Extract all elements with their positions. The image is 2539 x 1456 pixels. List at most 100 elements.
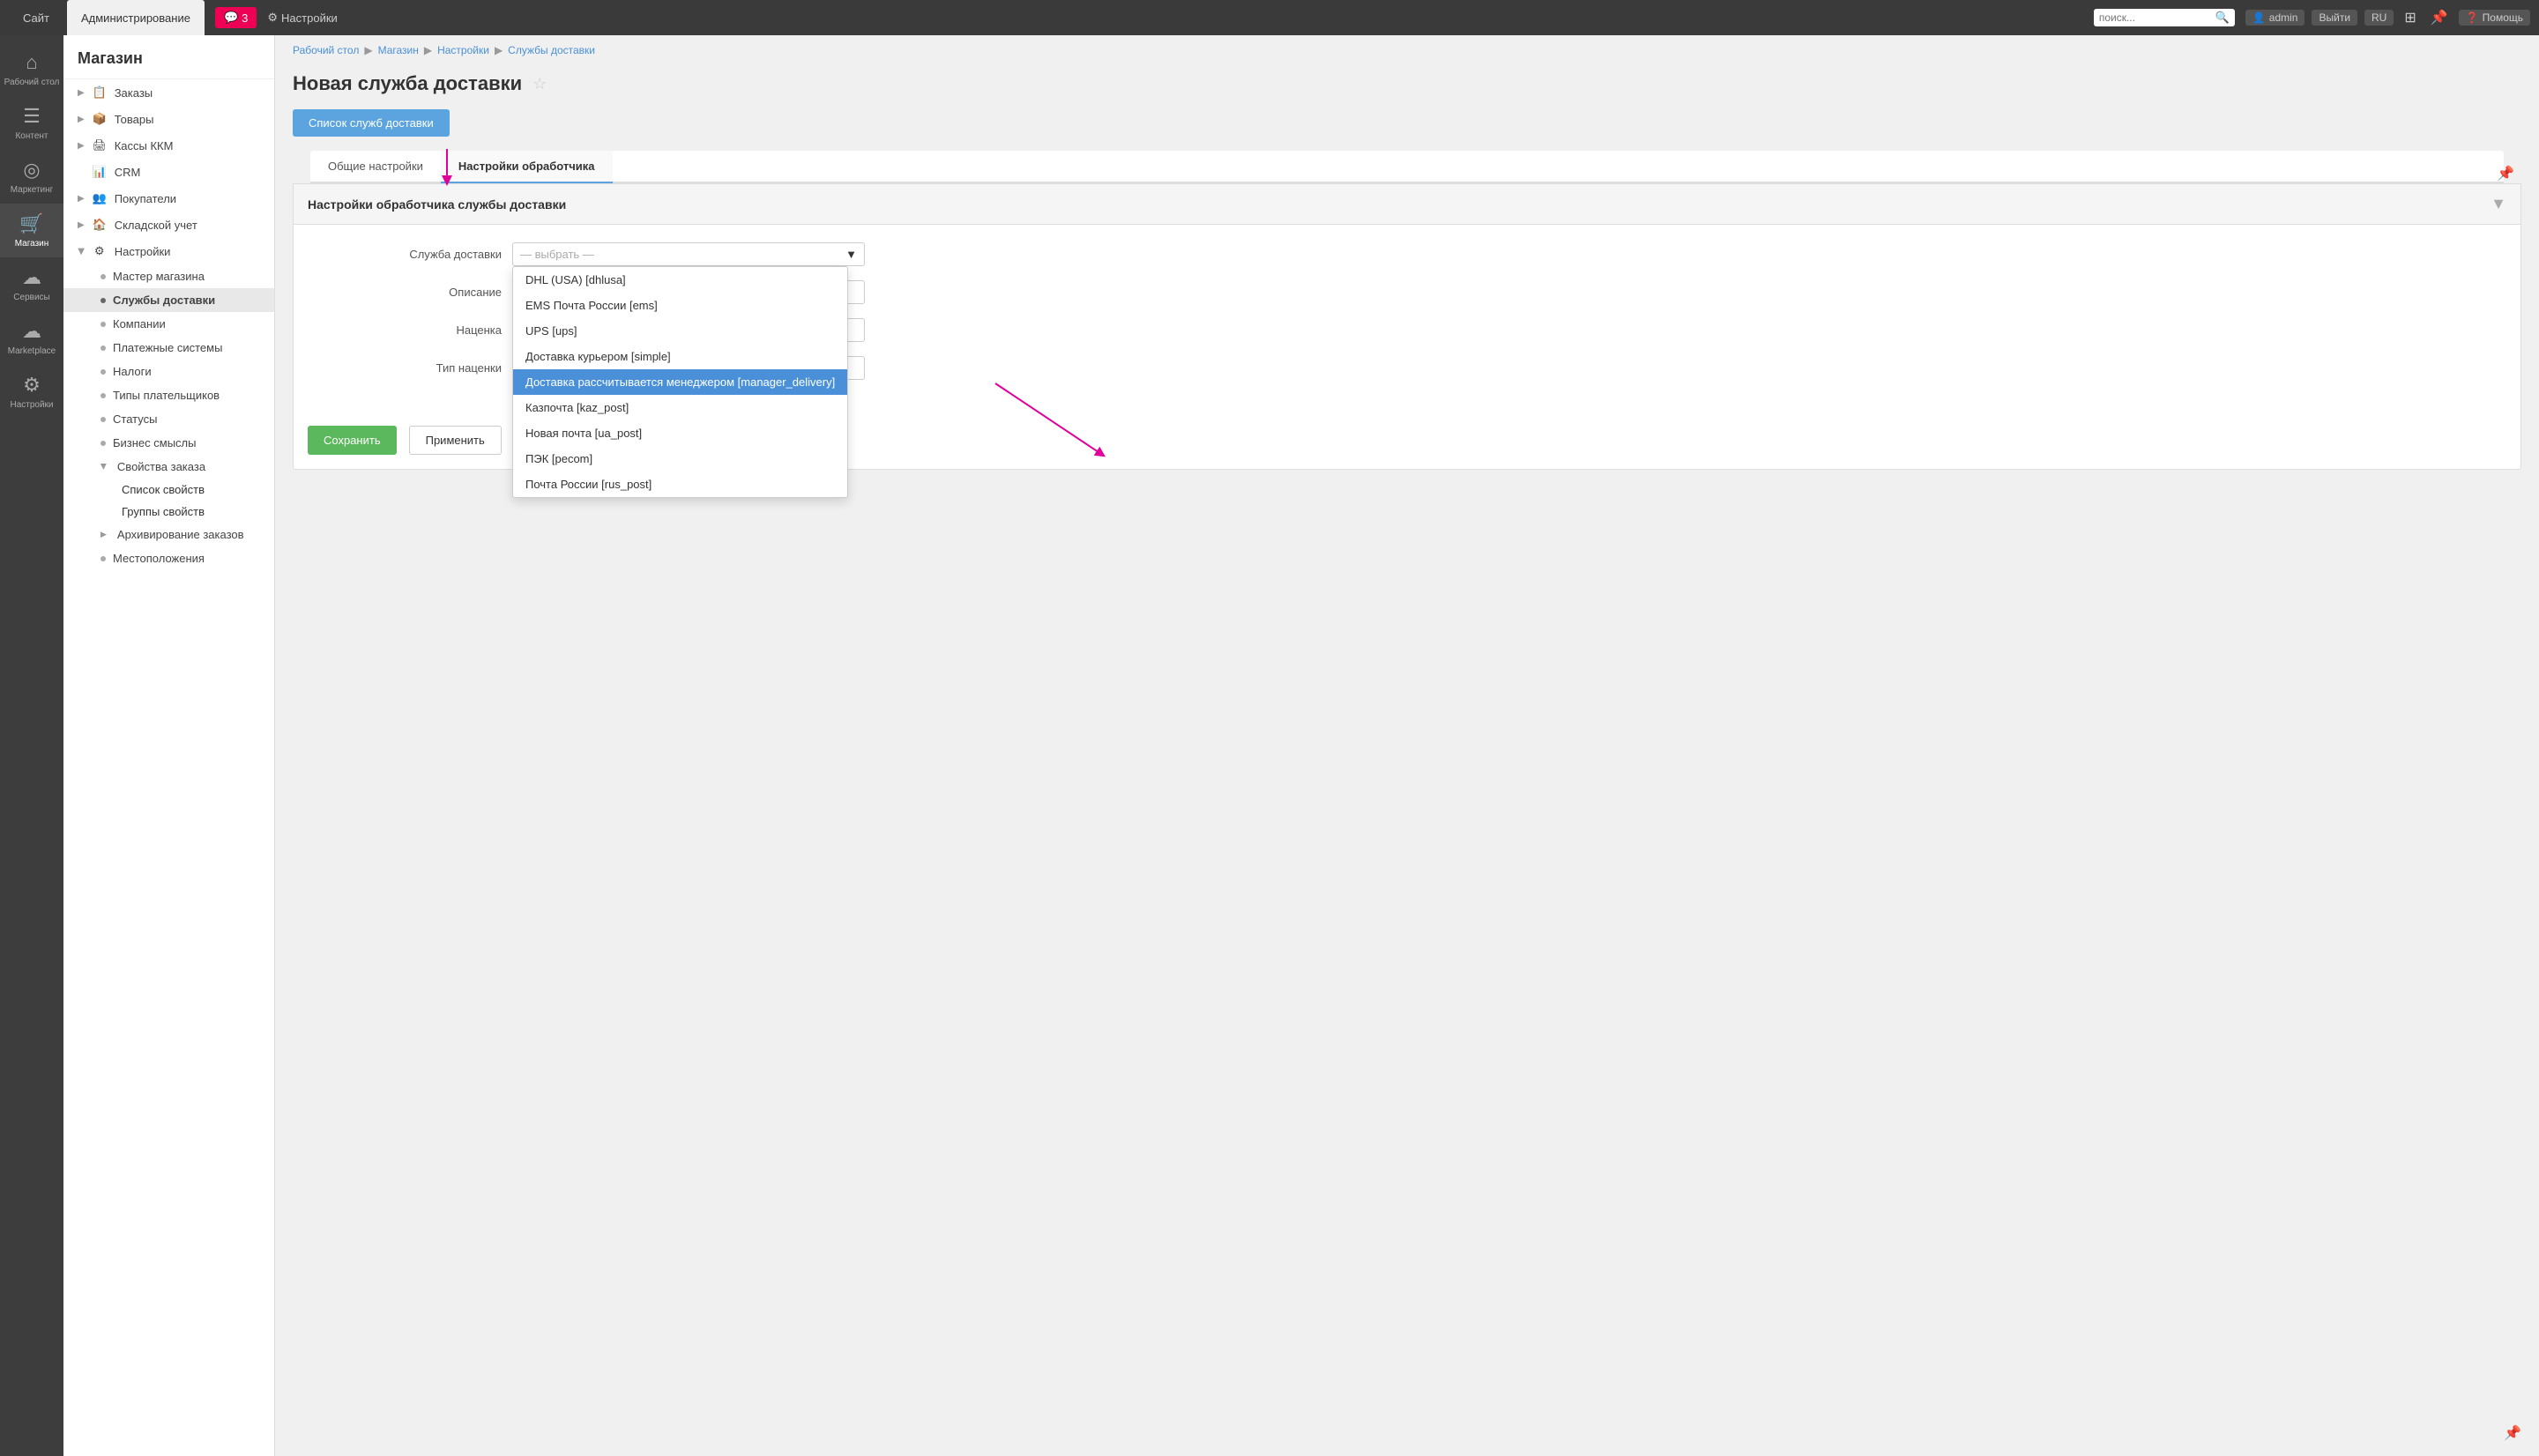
sidebar-item-dashboard[interactable]: ⌂ Рабочий стол <box>0 42 63 96</box>
service-dropdown-selected[interactable]: — выбрать — ▼ <box>512 242 865 266</box>
btn-apply[interactable]: Применить <box>409 426 502 455</box>
search-box: 🔍 <box>2094 9 2235 26</box>
breadcrumb-delivery[interactable]: Службы доставки <box>508 44 595 56</box>
nav-sub-props-list[interactable]: Список свойств <box>63 479 274 501</box>
notification-icon: 💬 <box>224 11 238 25</box>
nav-sub-taxes[interactable]: Налоги <box>63 360 274 383</box>
tab-admin[interactable]: Администрирование <box>67 0 205 35</box>
settings-nav-btn[interactable]: ⚙ Настройки <box>267 11 337 25</box>
label-markup: Наценка <box>308 323 502 337</box>
service-dropdown-wrapper: — выбрать — ▼ DHL (USA) [dhlusa] EMS Поч… <box>512 242 865 266</box>
nav-item-crm[interactable]: ▶ 📊 CRM <box>63 159 274 185</box>
nav-sidebar: Магазин ▶ 📋 Заказы ▶ 📦 Товары ▶ 🖨 Кассы … <box>63 35 275 1456</box>
sidebar-item-services[interactable]: ☁ Сервисы <box>0 257 63 311</box>
content-icon: ☰ <box>23 105 41 128</box>
sidebar-label-shop: Магазин <box>15 239 49 249</box>
lang-btn[interactable]: RU <box>2364 10 2394 26</box>
notifications-btn[interactable]: 💬 3 <box>215 7 257 28</box>
pin-topbar-icon[interactable]: 📌 <box>2427 9 2452 26</box>
dropdown-option-manager[interactable]: Доставка рассчитывается менеджером [mana… <box>513 369 847 395</box>
nav-sub-label-statuses: Статусы <box>113 412 157 426</box>
sidebar-item-marketing[interactable]: ◎ Маркетинг <box>0 150 63 204</box>
nav-sub-label-delivery: Службы доставки <box>113 293 215 307</box>
sidebar-label-content: Контент <box>15 131 48 141</box>
dropdown-option-simple[interactable]: Доставка курьером [simple] <box>513 344 847 369</box>
page-header: Новая служба доставки ☆ <box>275 65 2539 109</box>
dot-statuses <box>101 417 106 422</box>
nav-sub-companies[interactable]: Компании <box>63 312 274 336</box>
section-header[interactable]: Настройки обработчика службы доставки ▼ <box>294 184 2520 225</box>
notifications-count: 3 <box>242 11 248 25</box>
nav-sub-master[interactable]: Мастер магазина <box>63 264 274 288</box>
nav-sub-archive[interactable]: ▶ Архивирование заказов <box>63 523 274 546</box>
favorite-star-icon[interactable]: ☆ <box>532 75 547 93</box>
layout-icon[interactable]: ⊞ <box>2401 9 2419 26</box>
gear-icon: ⚙ <box>267 11 278 25</box>
pin-bottom-icon[interactable]: 📌 <box>2504 1424 2521 1442</box>
nav-label-crm: CRM <box>115 166 141 179</box>
sidebar-label-marketing: Маркетинг <box>11 185 54 195</box>
nav-sub-statuses[interactable]: Статусы <box>63 407 274 431</box>
nav-sub-delivery[interactable]: Службы доставки <box>63 288 274 312</box>
nav-sub-label-props-list: Список свойств <box>122 483 205 496</box>
btn-save[interactable]: Сохранить <box>308 426 397 455</box>
action-bar: Список служб доставки <box>275 109 2539 151</box>
breadcrumb-dashboard[interactable]: Рабочий стол <box>293 44 359 56</box>
breadcrumb-shop[interactable]: Магазин <box>378 44 419 56</box>
service-dropdown-arrow: ▼ <box>845 248 857 261</box>
nav-sub-order-props[interactable]: ▶ Свойства заказа <box>63 455 274 479</box>
marketplace-icon: ☁ <box>22 320 41 343</box>
logout-btn[interactable]: Выйти <box>2312 10 2357 26</box>
dropdown-option-uapost[interactable]: Новая почта [ua_post] <box>513 420 847 446</box>
dropdown-option-pecom[interactable]: ПЭК [pecom] <box>513 446 847 472</box>
tab-site[interactable]: Сайт <box>9 0 63 35</box>
nav-item-settings-group[interactable]: ▶ ⚙ Настройки <box>63 238 274 264</box>
nav-sub-payment[interactable]: Платежные системы <box>63 336 274 360</box>
dot-taxes <box>101 369 106 375</box>
btn-delivery-list[interactable]: Список служб доставки <box>293 109 450 137</box>
marketing-icon: ◎ <box>23 159 40 182</box>
nav-item-kassas[interactable]: ▶ 🖨 Кассы ККМ <box>63 132 274 159</box>
nav-sub-label-payer-types: Типы плательщиков <box>113 389 220 402</box>
shop-icon: 🛒 <box>19 212 43 235</box>
tab-handler[interactable]: Настройки обработчика <box>441 151 613 183</box>
arrow-kassas: ▶ <box>78 141 85 151</box>
nav-sub-props-groups[interactable]: Группы свойств <box>63 501 274 523</box>
nav-sidebar-title: Магазин <box>63 35 274 79</box>
sidebar-item-content[interactable]: ☰ Контент <box>0 96 63 150</box>
crm-icon: 📊 <box>92 165 108 179</box>
pin-section-icon[interactable]: 📌 <box>2497 165 2514 182</box>
page-title: Новая служба доставки <box>293 72 522 95</box>
sidebar-item-shop[interactable]: 🛒 Магазин <box>0 204 63 257</box>
nav-settings-icon: ⚙ <box>92 244 108 258</box>
label-markup-type: Тип наценки <box>308 361 502 375</box>
dropdown-option-ruspost[interactable]: Почта России [rus_post] <box>513 472 847 497</box>
breadcrumb-sep-1: ▶ <box>364 44 372 56</box>
dropdown-option-dhlusa[interactable]: DHL (USA) [dhlusa] <box>513 267 847 293</box>
arrow-settings-group: ▶ <box>76 248 86 255</box>
sidebar-item-settings[interactable]: ⚙ Настройки <box>0 365 63 419</box>
nav-item-buyers[interactable]: ▶ 👥 Покупатели <box>63 185 274 212</box>
dropdown-option-kazpost[interactable]: Казпочта [kaz_post] <box>513 395 847 420</box>
warehouse-icon: 🏠 <box>92 218 108 232</box>
user-btn[interactable]: 👤 admin <box>2245 10 2305 26</box>
nav-label-orders: Заказы <box>115 86 153 100</box>
nav-item-products[interactable]: ▶ 📦 Товары <box>63 106 274 132</box>
dot-payer-types <box>101 393 106 398</box>
breadcrumb-settings[interactable]: Настройки <box>437 44 489 56</box>
dropdown-option-ems[interactable]: EMS Почта России [ems] <box>513 293 847 318</box>
section-body: Служба доставки — выбрать — ▼ DHL (USA) … <box>294 225 2520 412</box>
nav-item-orders[interactable]: ▶ 📋 Заказы <box>63 79 274 106</box>
tabs-bar: Общие настройки Настройки обработчика <box>310 151 2504 183</box>
settings-icon: ⚙ <box>23 374 41 397</box>
nav-sub-payer-types[interactable]: Типы плательщиков <box>63 383 274 407</box>
help-btn[interactable]: ❓ Помощь <box>2459 10 2530 26</box>
icon-sidebar: ⌂ Рабочий стол ☰ Контент ◎ Маркетинг 🛒 М… <box>0 35 63 1456</box>
tab-general[interactable]: Общие настройки <box>310 151 441 183</box>
nav-item-warehouse[interactable]: ▶ 🏠 Складской учет <box>63 212 274 238</box>
nav-sub-business[interactable]: Бизнес смыслы <box>63 431 274 455</box>
sidebar-item-marketplace[interactable]: ☁ Marketplace <box>0 311 63 365</box>
search-input[interactable] <box>2099 11 2212 24</box>
dropdown-option-ups[interactable]: UPS [ups] <box>513 318 847 344</box>
nav-sub-locations[interactable]: Местоположения <box>63 546 274 570</box>
